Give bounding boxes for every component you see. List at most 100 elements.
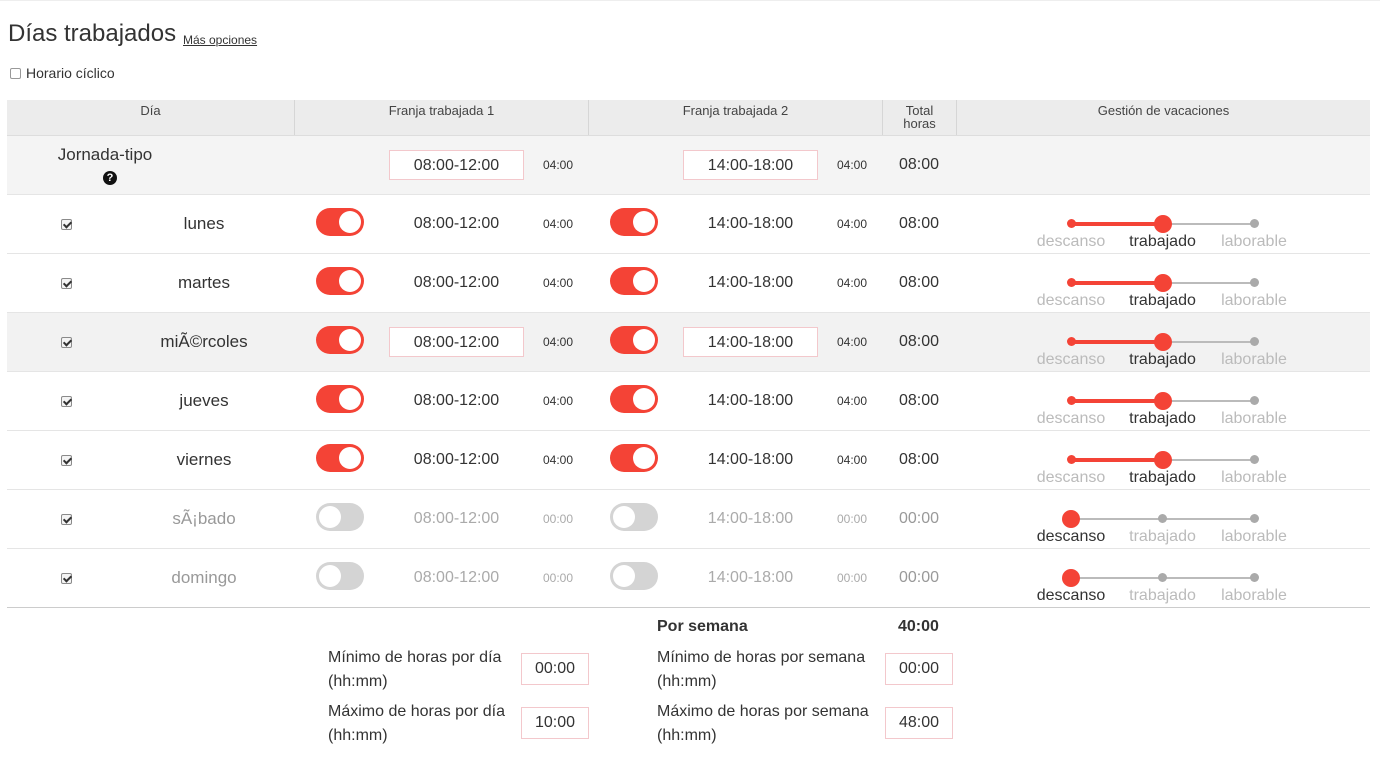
standard-slot1-input[interactable]: 08:00-12:00 — [389, 150, 524, 180]
slider-label-descanso[interactable]: descanso — [1026, 410, 1116, 428]
slider-label-laborable[interactable]: laborable — [1209, 292, 1299, 310]
max-week-input[interactable]: 48:00 — [885, 707, 953, 739]
slider-stop-trabajado[interactable] — [1158, 573, 1167, 582]
slider-stop-descanso[interactable] — [1066, 396, 1076, 405]
slider-label-laborable[interactable]: laborable — [1209, 233, 1299, 251]
slot2-duration: 04:00 — [836, 335, 868, 349]
slot2-toggle[interactable] — [610, 326, 658, 354]
slot1-range[interactable]: 08:00-12:00 — [389, 327, 524, 357]
slot1-toggle[interactable] — [316, 267, 364, 295]
slider-label-descanso[interactable]: descanso — [1026, 469, 1116, 487]
slot1-range[interactable]: 08:00-12:00 — [389, 268, 524, 298]
slot2-range[interactable]: 14:00-18:00 — [683, 209, 818, 239]
vacation-slider[interactable]: descanso trabajado laborable — [1027, 561, 1327, 605]
slot1-range[interactable]: 08:00-12:00 — [389, 386, 524, 416]
slider-stop-trabajado[interactable] — [1153, 392, 1172, 410]
slot2-range[interactable]: 14:00-18:00 — [683, 504, 818, 534]
slider-stop-laborable[interactable] — [1249, 455, 1259, 464]
slider-stop-trabajado[interactable] — [1153, 274, 1172, 292]
slider-label-trabajado[interactable]: trabajado — [1118, 469, 1208, 487]
slider-stop-laborable[interactable] — [1249, 219, 1259, 228]
cyclic-schedule-checkbox[interactable] — [10, 67, 21, 79]
day-name: lunes — [183, 214, 225, 233]
cyclic-schedule-option[interactable]: Horario cíclico — [10, 65, 115, 81]
slot2-toggle[interactable] — [610, 208, 658, 236]
slider-label-descanso[interactable]: descanso — [1026, 292, 1116, 310]
day-name: jueves — [179, 391, 229, 410]
slot1-range[interactable]: 08:00-12:00 — [389, 504, 524, 534]
slider-label-laborable[interactable]: laborable — [1209, 410, 1299, 428]
slider-stop-laborable[interactable] — [1249, 573, 1259, 582]
slider-label-trabajado[interactable]: trabajado — [1118, 410, 1208, 428]
slider-stop-descanso[interactable] — [1066, 455, 1076, 464]
slider-stop-trabajado[interactable] — [1153, 215, 1172, 233]
day-checkbox[interactable] — [61, 573, 72, 584]
slot1-toggle[interactable] — [316, 503, 364, 531]
slider-label-laborable[interactable]: laborable — [1209, 528, 1299, 546]
slider-stop-trabajado[interactable] — [1153, 451, 1172, 469]
slider-label-trabajado[interactable]: trabajado — [1118, 528, 1208, 546]
slot2-range[interactable]: 14:00-18:00 — [683, 386, 818, 416]
day-checkbox[interactable] — [61, 514, 72, 525]
slot2-range[interactable]: 14:00-18:00 — [683, 563, 818, 593]
row-total: 08:00 — [898, 333, 940, 350]
day-checkbox[interactable] — [61, 337, 72, 348]
more-options-link[interactable]: Más opciones — [183, 33, 257, 47]
slider-stop-laborable[interactable] — [1249, 278, 1259, 287]
slot2-toggle[interactable] — [610, 503, 658, 531]
min-day-input[interactable]: 00:00 — [521, 653, 589, 685]
slot1-toggle[interactable] — [316, 326, 364, 354]
slider-label-laborable[interactable]: laborable — [1209, 469, 1299, 487]
toggle-knob — [633, 447, 655, 469]
slider-label-trabajado[interactable]: trabajado — [1118, 233, 1208, 251]
slider-stop-descanso[interactable] — [1062, 569, 1080, 587]
vacation-slider[interactable]: descanso trabajado laborable — [1027, 443, 1327, 487]
slider-stop-descanso[interactable] — [1062, 510, 1080, 528]
slider-stop-descanso[interactable] — [1066, 278, 1076, 287]
slot2-range[interactable]: 14:00-18:00 — [683, 268, 818, 298]
table-row: martes 08:00-12:00 04:00 14:00-18:00 04:00 08… — [7, 254, 1370, 313]
table-row: miÃ©rcoles 08:00-12:00 04:00 14:00-18:00 04:… — [7, 313, 1370, 372]
day-checkbox[interactable] — [61, 396, 72, 407]
day-checkbox[interactable] — [61, 219, 72, 230]
vacation-slider[interactable]: descanso trabajado laborable — [1027, 384, 1327, 428]
slot2-range[interactable]: 14:00-18:00 — [683, 445, 818, 475]
slot2-range[interactable]: 14:00-18:00 — [683, 327, 818, 357]
slot1-range[interactable]: 08:00-12:00 — [389, 209, 524, 239]
slider-label-trabajado[interactable]: trabajado — [1118, 292, 1208, 310]
slot2-toggle[interactable] — [610, 267, 658, 295]
day-checkbox[interactable] — [61, 278, 72, 289]
slot1-toggle[interactable] — [316, 562, 364, 590]
slot1-toggle[interactable] — [316, 444, 364, 472]
max-day-input[interactable]: 10:00 — [521, 707, 589, 739]
toggle-knob — [339, 447, 361, 469]
vacation-slider[interactable]: descanso trabajado laborable — [1027, 325, 1327, 369]
vacation-slider[interactable]: descanso trabajado laborable — [1027, 502, 1327, 546]
question-circle-icon[interactable]: ? — [103, 171, 117, 185]
day-checkbox[interactable] — [61, 455, 72, 466]
slider-stop-laborable[interactable] — [1249, 396, 1259, 405]
slider-label-trabajado[interactable]: trabajado — [1118, 351, 1208, 369]
standard-slot2-input[interactable]: 14:00-18:00 — [683, 150, 818, 180]
vacation-slider[interactable]: descanso trabajado laborable — [1027, 266, 1327, 310]
slider-stop-trabajado[interactable] — [1158, 514, 1167, 523]
slider-label-descanso[interactable]: descanso — [1026, 233, 1116, 251]
slot2-toggle[interactable] — [610, 562, 658, 590]
toggle-knob — [633, 388, 655, 410]
slot1-toggle[interactable] — [316, 208, 364, 236]
min-week-input[interactable]: 00:00 — [885, 653, 953, 685]
slider-label-descanso[interactable]: descanso — [1026, 351, 1116, 369]
slider-stop-descanso[interactable] — [1066, 219, 1076, 228]
slot2-toggle[interactable] — [610, 444, 658, 472]
vacation-slider[interactable]: descanso trabajado laborable — [1027, 207, 1327, 251]
slot2-toggle[interactable] — [610, 385, 658, 413]
slot1-toggle[interactable] — [316, 385, 364, 413]
slot1-range[interactable]: 08:00-12:00 — [389, 563, 524, 593]
slider-label-descanso[interactable]: descanso — [1026, 528, 1116, 546]
slot1-range[interactable]: 08:00-12:00 — [389, 445, 524, 475]
slider-label-laborable[interactable]: laborable — [1209, 351, 1299, 369]
slider-stop-laborable[interactable] — [1249, 337, 1259, 346]
slider-stop-descanso[interactable] — [1066, 337, 1076, 346]
slider-stop-trabajado[interactable] — [1153, 333, 1172, 351]
slider-stop-laborable[interactable] — [1249, 514, 1259, 523]
